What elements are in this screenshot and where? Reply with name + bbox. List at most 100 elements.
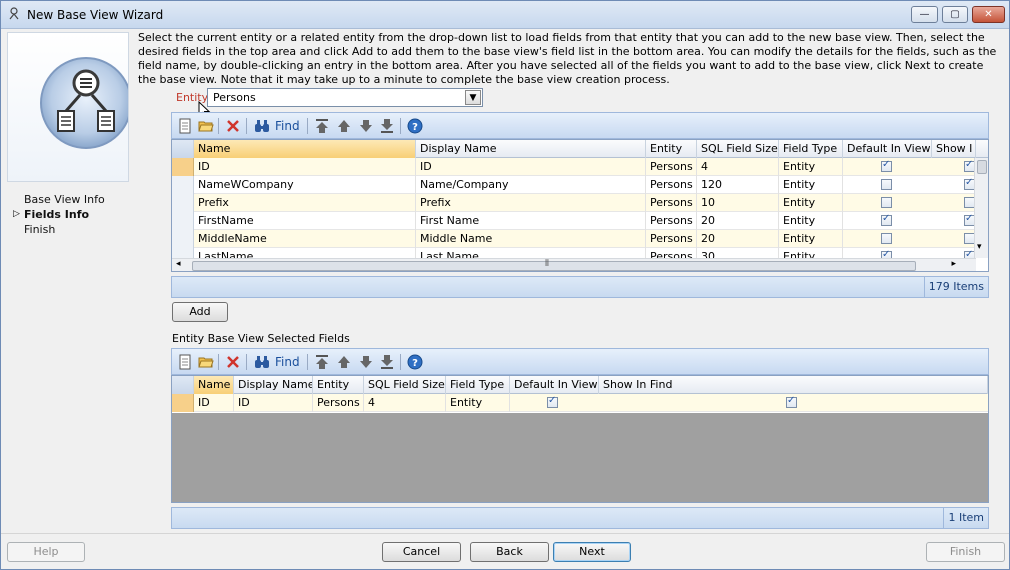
horizontal-scroll-thumb[interactable]: ⦀ [192, 259, 916, 271]
row-selector[interactable] [172, 194, 194, 212]
checkbox[interactable] [881, 213, 892, 226]
minimize-icon: — [919, 9, 930, 20]
move-bottom-icon[interactable] [379, 354, 395, 370]
row-selector[interactable] [172, 212, 194, 230]
help-icon[interactable]: ? [407, 354, 423, 370]
cell-display: ID [234, 394, 313, 412]
nav-item-fields-info: Fields Info [24, 208, 90, 221]
move-down-icon[interactable] [358, 118, 374, 134]
row-selector[interactable] [172, 230, 194, 248]
binoculars-icon[interactable] [254, 118, 270, 134]
title-bar: New Base View Wizard — ▢ ✕ [1, 1, 1009, 29]
table-row[interactable]: ID ID Persons 4 Entity [172, 158, 976, 176]
finish-button[interactable]: Finish [926, 542, 1005, 562]
cell-size: 20 [697, 230, 779, 248]
open-folder-icon[interactable] [198, 354, 214, 370]
current-step-arrow-icon: ▷ [13, 209, 20, 219]
column-header-field-type[interactable]: Field Type [446, 376, 510, 394]
next-button[interactable]: Next [553, 542, 631, 562]
available-fields-count: 179 Items [923, 277, 988, 297]
cancel-button[interactable]: Cancel [382, 542, 461, 562]
table-row[interactable]: MiddleName Middle Name Persons 20 Entity [172, 230, 976, 248]
move-top-icon[interactable] [314, 354, 330, 370]
delete-icon[interactable] [225, 118, 241, 134]
vertical-scrollbar[interactable]: ▾ [974, 158, 988, 258]
column-header-sql-field-size[interactable]: SQL Field Size [697, 140, 779, 158]
delete-icon[interactable] [225, 354, 241, 370]
cell-name: ID [194, 158, 416, 176]
cell-type: Entity [446, 394, 510, 412]
selected-fields-toolbar: Find ? [171, 348, 989, 375]
horizontal-scrollbar[interactable]: ◂ ⦀ ▸ [172, 258, 976, 271]
cell-name: ID [194, 394, 234, 412]
scroll-down-arrow-icon[interactable]: ▾ [977, 242, 982, 252]
chevron-down-icon[interactable]: ▼ [465, 90, 481, 105]
back-button[interactable]: Back [470, 542, 549, 562]
scroll-grip-icon: ⦀ [545, 259, 549, 269]
row-selector[interactable] [172, 394, 194, 412]
column-header-default-in-view[interactable]: Default In View [843, 140, 932, 158]
grid-corner [172, 376, 194, 394]
checkbox[interactable] [881, 233, 892, 244]
column-header-field-type[interactable]: Field Type [779, 140, 843, 158]
column-header-display-name[interactable]: Display Name [234, 376, 313, 394]
table-row[interactable]: ID ID Persons 4 Entity [172, 394, 988, 412]
grid-header: Name Display Name Entity SQL Field Size … [172, 140, 988, 158]
row-selector[interactable] [172, 158, 194, 176]
move-up-icon[interactable] [336, 118, 352, 134]
cell-entity: Persons [646, 158, 697, 176]
wizard-app-icon [9, 7, 19, 20]
cell-type: Entity [779, 230, 843, 248]
checkbox[interactable] [881, 197, 892, 208]
move-top-icon[interactable] [314, 118, 330, 134]
grid-empty-area [172, 413, 988, 502]
grid-header: Name Display Name Entity SQL Field Size … [172, 376, 988, 394]
cell-display: Prefix [416, 194, 646, 212]
scroll-left-arrow-icon[interactable]: ◂ [176, 259, 181, 269]
open-folder-icon[interactable] [198, 118, 214, 134]
find-button[interactable]: Find [275, 119, 300, 133]
move-up-icon[interactable] [336, 354, 352, 370]
help-button[interactable]: Help [7, 542, 85, 562]
find-button[interactable]: Find [275, 355, 300, 369]
table-row[interactable]: FirstName First Name Persons 20 Entity [172, 212, 976, 230]
table-row[interactable]: NameWCompany Name/Company Persons 120 Entity [172, 176, 976, 194]
new-icon[interactable] [177, 354, 193, 370]
column-header-entity[interactable]: Entity [646, 140, 697, 158]
column-header-show-in-find[interactable]: Show I [932, 140, 976, 158]
vertical-scroll-thumb[interactable] [977, 160, 987, 174]
column-header-entity[interactable]: Entity [313, 376, 364, 394]
selected-fields-section-label: Entity Base View Selected Fields [172, 332, 350, 345]
scroll-right-arrow-icon[interactable]: ▸ [951, 259, 956, 269]
minimize-button[interactable]: — [911, 6, 938, 23]
column-header-name[interactable]: Name [194, 140, 416, 158]
row-selector[interactable] [172, 176, 194, 194]
close-button[interactable]: ✕ [972, 6, 1005, 23]
checkbox[interactable] [881, 179, 892, 190]
entity-dropdown[interactable]: Persons ▼ [207, 88, 483, 107]
cell-entity: Persons [646, 230, 697, 248]
add-button[interactable]: Add [172, 302, 228, 322]
column-header-display-name[interactable]: Display Name [416, 140, 646, 158]
table-row[interactable]: Prefix Prefix Persons 10 Entity [172, 194, 976, 212]
cell-size: 20 [697, 212, 779, 230]
checkbox[interactable] [786, 395, 797, 408]
new-icon[interactable] [177, 118, 193, 134]
cell-size: 10 [697, 194, 779, 212]
maximize-button[interactable]: ▢ [942, 6, 968, 23]
entity-selected-value: Persons [213, 91, 256, 104]
column-header-sql-field-size[interactable]: SQL Field Size [364, 376, 446, 394]
cell-name: FirstName [194, 212, 416, 230]
column-header-default-in-view[interactable]: Default In View [510, 376, 599, 394]
move-down-icon[interactable] [358, 354, 374, 370]
column-header-name[interactable]: Name [194, 376, 234, 394]
move-bottom-icon[interactable] [379, 118, 395, 134]
checkbox[interactable] [547, 395, 558, 408]
cell-size: 4 [364, 394, 446, 412]
available-fields-grid: Name Display Name Entity SQL Field Size … [171, 139, 989, 272]
step-description: Select the current entity or a related e… [138, 31, 997, 86]
checkbox[interactable] [881, 159, 892, 172]
binoculars-icon[interactable] [254, 354, 270, 370]
help-icon[interactable]: ? [407, 118, 423, 134]
column-header-show-in-find[interactable]: Show In Find [599, 376, 988, 394]
